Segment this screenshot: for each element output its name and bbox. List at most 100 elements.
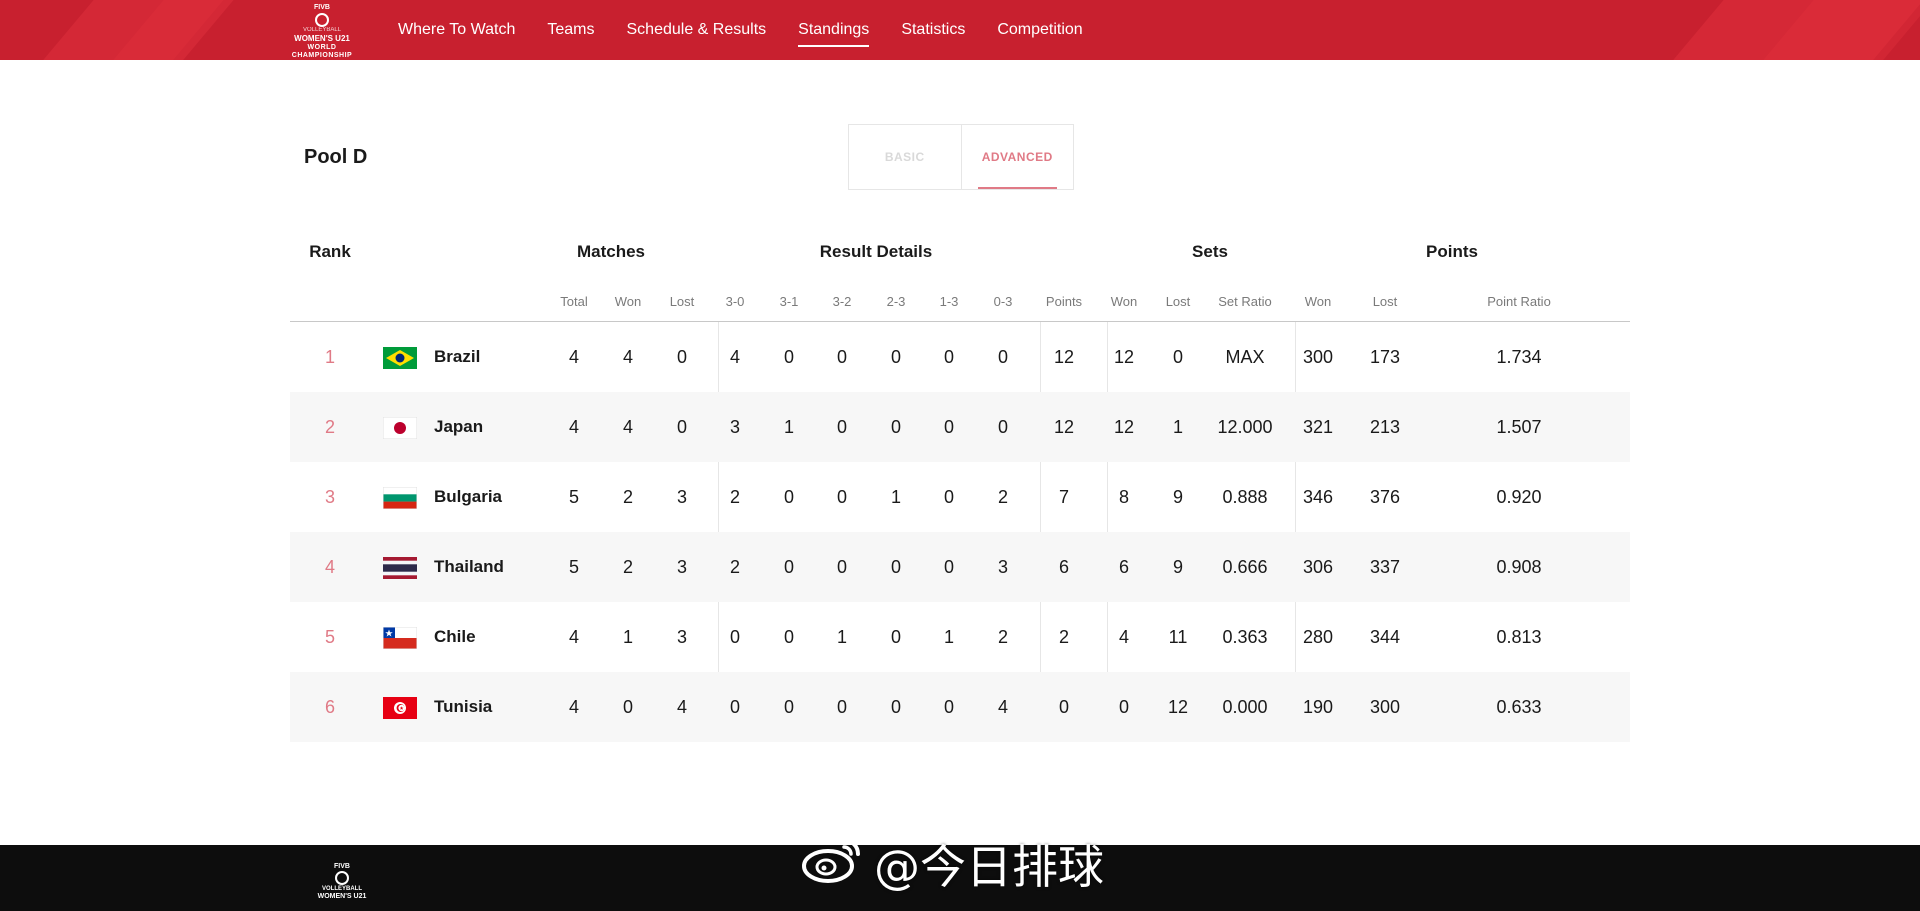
table-row[interactable]: 6 Tunisia 4 0 4 0 0 0 0 0 4 0 0 12 0.000… xyxy=(290,672,1630,742)
cell-0-3: 0 xyxy=(997,417,1008,437)
watermark: @今日排球 xyxy=(800,833,1104,895)
rank-cell: 3 xyxy=(324,487,335,507)
cell-3-1: 0 xyxy=(783,347,794,367)
toggle-basic[interactable]: BASIC xyxy=(849,125,962,189)
cell-2-3: 0 xyxy=(890,697,901,717)
cell-3-0: 2 xyxy=(729,487,740,507)
watermark-text: @今日排球 xyxy=(874,840,1104,894)
cell-won: 1 xyxy=(622,627,633,647)
nav-statistics[interactable]: Statistics xyxy=(901,15,965,45)
cell-sets-won: 8 xyxy=(1118,487,1129,507)
nav-standings[interactable]: Standings xyxy=(798,15,870,47)
header-rank: Rank xyxy=(309,242,351,261)
team-name[interactable]: Brazil xyxy=(434,322,554,392)
logo-world-championship-text: WORLD CHAMPIONSHIP xyxy=(291,44,353,59)
team-name[interactable]: Chile xyxy=(434,602,554,672)
cell-sets-won: 12 xyxy=(1113,347,1135,367)
cell-points-lost: 300 xyxy=(1369,697,1401,717)
team-name[interactable]: Tunisia xyxy=(434,672,554,742)
cell-lost: 0 xyxy=(676,347,687,367)
nav-where-to-watch[interactable]: Where To Watch xyxy=(398,15,515,45)
cell-3-0: 0 xyxy=(729,697,740,717)
table-row[interactable]: 2 Japan 4 4 0 3 1 0 0 0 0 12 12 1 12.000… xyxy=(290,392,1630,462)
subheader-lost: Lost xyxy=(669,294,695,309)
cell-sets-lost: 9 xyxy=(1172,557,1183,577)
standings-rows: 1 Brazil 4 4 0 4 0 0 0 0 0 12 12 0 MAX 3… xyxy=(290,322,1630,742)
subheader-sets-won: Won xyxy=(1110,294,1138,309)
volleyball-icon xyxy=(335,871,349,885)
cell-points-won: 280 xyxy=(1302,627,1334,647)
subheader-sets-lost: Lost xyxy=(1165,294,1191,309)
cell-3-2: 0 xyxy=(836,347,847,367)
subheader-won: Won xyxy=(614,294,642,309)
brazil-flag-icon xyxy=(383,347,417,369)
cell-3-1: 1 xyxy=(783,417,794,437)
cell-2-3: 1 xyxy=(890,487,901,507)
subheader-point-ratio: Point Ratio xyxy=(1487,294,1551,309)
subheader-3-1: 3-1 xyxy=(779,294,799,309)
cell-points-won: 190 xyxy=(1302,697,1334,717)
team-name[interactable]: Japan xyxy=(434,392,554,462)
nav-schedule-results[interactable]: Schedule & Results xyxy=(627,15,767,45)
cell-0-3: 0 xyxy=(997,347,1008,367)
table-row[interactable]: 5 Chile 4 1 3 0 0 1 0 1 2 2 4 11 0.363 2… xyxy=(290,602,1630,672)
cell-1-3: 0 xyxy=(943,557,954,577)
cell-set-ratio: 0.363 xyxy=(1222,627,1268,647)
subheader-set-ratio: Set Ratio xyxy=(1218,294,1272,309)
subheader-points-won: Won xyxy=(1304,294,1332,309)
footer-logo-fivb-text: FIVB xyxy=(334,863,350,870)
cell-0-3: 2 xyxy=(997,627,1008,647)
footer-logo[interactable]: FIVB VOLLEYBALL WOMEN'S U21 xyxy=(312,863,372,901)
bulgaria-flag-icon xyxy=(383,487,417,509)
cell-won: 2 xyxy=(622,487,633,507)
cell-points-lost: 337 xyxy=(1369,557,1401,577)
cell-3-2: 0 xyxy=(836,417,847,437)
cell-points: 6 xyxy=(1058,557,1069,577)
cell-1-3: 0 xyxy=(943,697,954,717)
cell-1-3: 1 xyxy=(943,627,954,647)
cell-won: 4 xyxy=(622,347,633,367)
team-name[interactable]: Thailand xyxy=(434,532,554,602)
subheader-total: Total xyxy=(560,294,588,309)
subheader-0-3: 0-3 xyxy=(993,294,1013,309)
cell-point-ratio: 1.507 xyxy=(1496,417,1542,437)
header-sets: Sets xyxy=(1192,242,1228,261)
cell-3-2: 0 xyxy=(836,487,847,507)
cell-sets-lost: 11 xyxy=(1168,627,1188,647)
cell-points-won: 300 xyxy=(1302,347,1334,367)
nav-teams[interactable]: Teams xyxy=(547,15,594,45)
cell-set-ratio: 12.000 xyxy=(1217,417,1273,437)
nav-competition[interactable]: Competition xyxy=(997,15,1082,45)
championship-logo[interactable]: FIVB VOLLEYBALL WOMEN'S U21 WORLD CHAMPI… xyxy=(281,4,363,59)
cell-sets-won: 4 xyxy=(1118,627,1129,647)
cell-total: 4 xyxy=(568,627,579,647)
cell-2-3: 0 xyxy=(890,347,901,367)
top-navigation-bar: FIVB VOLLEYBALL WOMEN'S U21 WORLD CHAMPI… xyxy=(0,0,1920,60)
cell-3-0: 2 xyxy=(729,557,740,577)
cell-0-3: 4 xyxy=(997,697,1008,717)
cell-2-3: 0 xyxy=(890,417,901,437)
toggle-advanced[interactable]: ADVANCED xyxy=(962,125,1074,189)
table-row[interactable]: 3 Bulgaria 5 2 3 2 0 0 1 0 2 7 8 9 0.888… xyxy=(290,462,1630,532)
rank-cell: 4 xyxy=(324,557,335,577)
cell-points: 0 xyxy=(1058,697,1069,717)
tunisia-flag-icon xyxy=(383,697,417,719)
table-row[interactable]: 1 Brazil 4 4 0 4 0 0 0 0 0 12 12 0 MAX 3… xyxy=(290,322,1630,392)
logo-volleyball-text: VOLLEYBALL xyxy=(302,27,342,33)
cell-points-won: 346 xyxy=(1302,487,1334,507)
cell-point-ratio: 0.908 xyxy=(1496,557,1542,577)
header-matches: Matches xyxy=(576,242,646,261)
cell-lost: 4 xyxy=(676,697,687,717)
team-name[interactable]: Bulgaria xyxy=(434,462,554,532)
cell-lost: 3 xyxy=(676,627,687,647)
cell-3-0: 3 xyxy=(729,417,740,437)
logo-fivb-text: FIVB xyxy=(314,4,330,11)
table-row[interactable]: 4 Thailand 5 2 3 2 0 0 0 0 3 6 6 9 0.666… xyxy=(290,532,1630,602)
rank-cell: 5 xyxy=(324,627,335,647)
weibo-icon xyxy=(800,834,864,895)
cell-0-3: 2 xyxy=(997,487,1008,507)
cell-won: 0 xyxy=(622,697,633,717)
japan-flag-icon xyxy=(383,417,417,439)
cell-set-ratio: MAX xyxy=(1225,347,1265,367)
cell-set-ratio: 0.666 xyxy=(1222,557,1268,577)
